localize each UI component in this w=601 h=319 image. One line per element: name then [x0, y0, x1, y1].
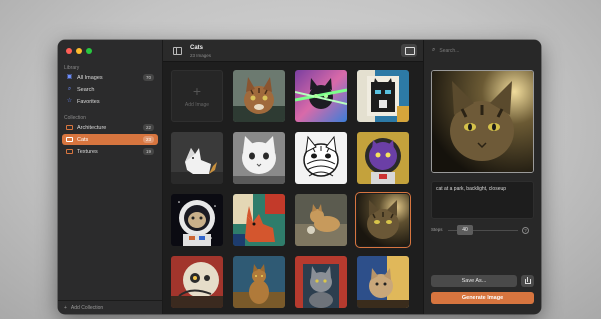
steps-slider-handle[interactable]: 40: [457, 225, 473, 235]
image-tile-cat-with-ball[interactable]: [295, 194, 347, 246]
minimize-window-button[interactable]: [76, 48, 82, 54]
cat-image: [171, 132, 223, 184]
cat-image: [295, 70, 347, 122]
cat-image: [295, 132, 347, 184]
zoom-window-button[interactable]: [86, 48, 92, 54]
count-badge: 70: [142, 74, 154, 81]
sidebar-item-label: All Images: [77, 74, 103, 81]
traffic-lights: [66, 48, 92, 54]
image-tile-astronaut-cat-helmet[interactable]: [171, 194, 223, 246]
image-tile-astronaut-cat-purple[interactable]: [357, 132, 409, 184]
cat-image: [171, 256, 223, 308]
inspector-toggle-button[interactable]: [401, 44, 417, 57]
plus-icon: +: [192, 83, 202, 99]
sidebar-item-label: Search: [77, 86, 95, 93]
gallery-pane: Cats 23 Images + Add Image: [163, 40, 423, 314]
sidebar-item-label: Architecture: [77, 124, 107, 131]
add-image-tile[interactable]: + Add Image: [171, 70, 223, 122]
sidebar-item-label: Cats: [77, 136, 89, 143]
app-window: Library ▣ All Images 70 ⌕ Search ☆ Favor…: [58, 40, 541, 314]
cat-image: [357, 70, 409, 122]
image-count: 23 Images: [190, 53, 212, 58]
image-tile-zentangle-cat[interactable]: [295, 132, 347, 184]
page-title: Cats: [190, 45, 204, 51]
folder-icon: [66, 149, 73, 154]
search-icon: ⌕: [432, 47, 436, 53]
cat-preview-image: [432, 71, 533, 172]
cat-image: [233, 194, 285, 246]
cat-image: [295, 256, 347, 308]
sidebar-item-favorites[interactable]: ☆ Favorites: [62, 96, 158, 107]
image-tile-cat-in-window[interactable]: [357, 256, 409, 308]
image-tile-tabby-cat-portrait[interactable]: [233, 70, 285, 122]
photo-stack-icon: ▣: [66, 74, 73, 80]
image-tile-red-background-cat[interactable]: [295, 256, 347, 308]
add-collection-button[interactable]: + Add Collection: [58, 300, 162, 314]
library-section-title: Library: [64, 65, 80, 71]
count-badge: 19: [142, 148, 154, 155]
cat-image: [233, 132, 285, 184]
share-icon[interactable]: [521, 275, 534, 287]
help-icon[interactable]: ?: [522, 227, 529, 234]
sidebar-item-textures[interactable]: Textures 19: [62, 146, 158, 157]
close-window-button[interactable]: [66, 48, 72, 54]
generate-image-button[interactable]: Generate Image: [431, 292, 534, 304]
plus-icon: +: [64, 304, 67, 311]
sidebar-item-all-images[interactable]: ▣ All Images 70: [62, 72, 158, 83]
search-placeholder: Search...: [439, 47, 460, 54]
image-tile-robot-cat[interactable]: [171, 256, 223, 308]
folder-icon: [66, 137, 73, 142]
sidebar: Library ▣ All Images 70 ⌕ Search ☆ Favor…: [58, 40, 163, 314]
image-tile-cubist-red-cat[interactable]: [233, 194, 285, 246]
cat-image: [357, 194, 409, 246]
prompt-textarea[interactable]: cat at a park, backlight, closeup: [431, 181, 534, 219]
cat-image: [233, 70, 285, 122]
collection-section-title: Collection: [64, 115, 86, 121]
folder-icon: [66, 125, 73, 130]
inspector-panel: ⌕ Search... cat at a park, backlight, cl…: [423, 40, 541, 314]
search-icon: ⌕: [67, 86, 72, 92]
sidebar-toggle-icon[interactable]: [173, 47, 182, 55]
sidebar-item-label: Textures: [77, 148, 98, 155]
image-tile-painted-cat-sitting[interactable]: [233, 256, 285, 308]
steps-label: Steps: [431, 227, 443, 232]
image-tile-cat-cubist-painting[interactable]: [357, 70, 409, 122]
sidebar-item-search[interactable]: ⌕ Search: [62, 84, 158, 95]
image-tile-cat-laser-eyes[interactable]: [295, 70, 347, 122]
toolbar: Cats 23 Images: [163, 40, 423, 62]
image-tile-white-cat-sketch[interactable]: [233, 132, 285, 184]
save-as-button[interactable]: Save As...: [431, 275, 517, 287]
cat-image: [171, 194, 223, 246]
count-badge: 23: [142, 136, 154, 143]
image-tile-cat-backlit-closeup[interactable]: [355, 192, 411, 248]
cat-image: [233, 256, 285, 308]
count-badge: 22: [142, 124, 154, 131]
image-tile-origami-paper-cat[interactable]: [171, 132, 223, 184]
cat-image: [357, 132, 409, 184]
sidebar-item-label: Favorites: [77, 98, 100, 105]
star-icon: ☆: [66, 98, 73, 104]
add-image-label: Add Image: [184, 102, 210, 108]
search-input[interactable]: ⌕ Search...: [428, 45, 536, 56]
cat-image: [295, 194, 347, 246]
sidebar-item-cats[interactable]: Cats 23: [62, 134, 158, 145]
preview-image: [431, 70, 534, 173]
cat-image: [357, 256, 409, 308]
add-collection-label: Add Collection: [70, 304, 104, 311]
sidebar-item-architecture[interactable]: Architecture 22: [62, 122, 158, 133]
